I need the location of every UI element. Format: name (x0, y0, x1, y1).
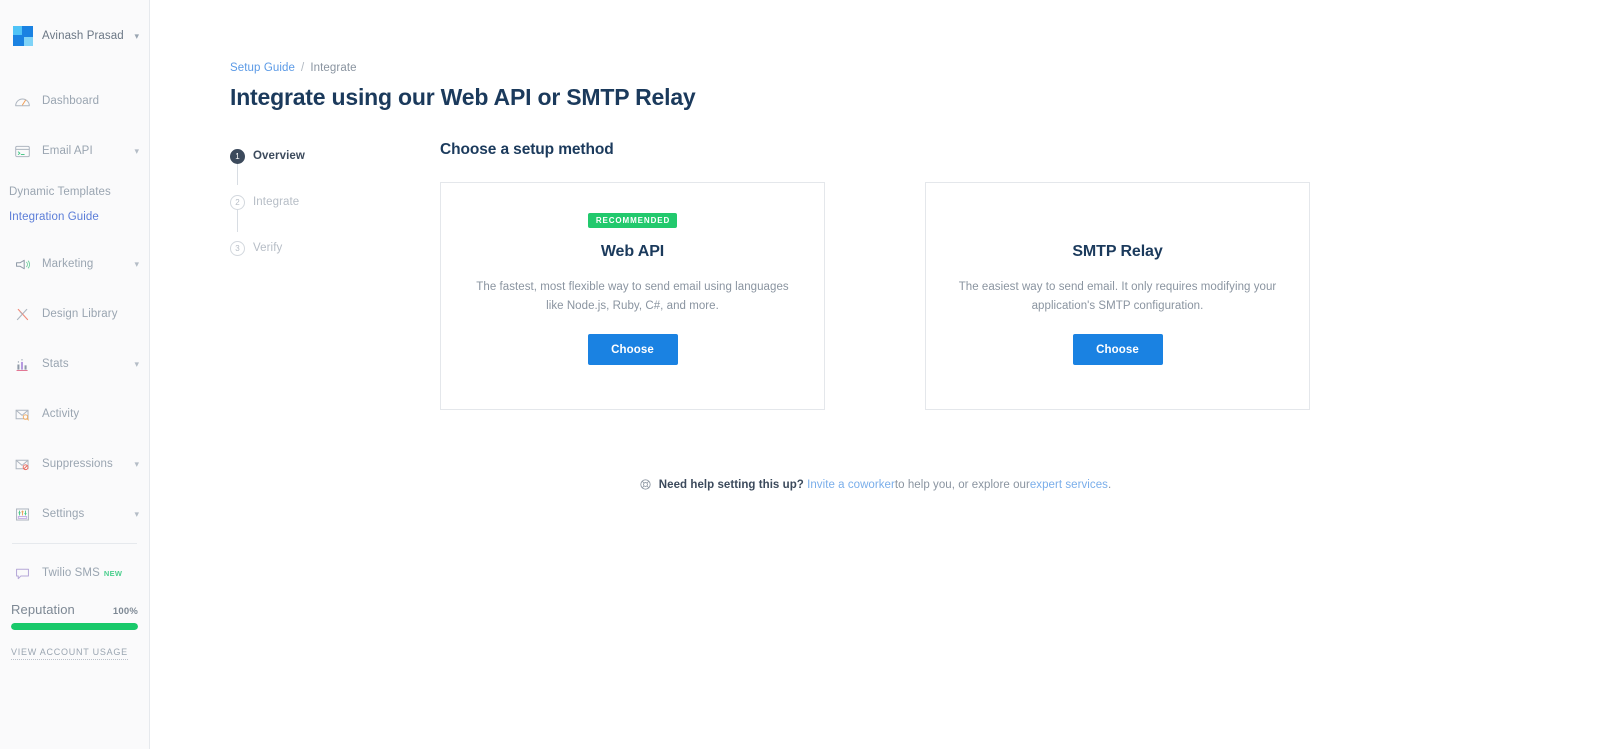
chevron-down-icon[interactable]: ▾ (134, 459, 139, 469)
chevron-down-icon[interactable]: ▾ (134, 31, 139, 41)
sidebar-item-marketing[interactable]: Marketing ▾ (0, 249, 149, 279)
breadcrumb: Setup Guide / Integrate (230, 62, 1600, 74)
sidebar-item-label: Twilio SMS (42, 567, 100, 579)
setup-stepper: 1 Overview 2 Integrate 3 Verify (230, 141, 440, 410)
expert-services-link[interactable]: expert services (1030, 479, 1108, 491)
section-title: Choose a setup method (440, 141, 614, 158)
app-root: Avinash Prasad ▾ Dashboard Email API ▾ D… (0, 0, 1600, 749)
chevron-down-icon[interactable]: ▾ (134, 509, 139, 519)
chevron-down-icon[interactable]: ▾ (134, 359, 139, 369)
card-description: The fastest, most flexible way to send e… (476, 281, 789, 312)
terminal-icon (13, 142, 32, 161)
breadcrumb-setup-guide[interactable]: Setup Guide (230, 62, 295, 74)
account-switcher[interactable]: Avinash Prasad ▾ (0, 22, 149, 50)
sidebar-item-settings[interactable]: Settings ▾ (0, 499, 149, 529)
sidebar-item-design-library[interactable]: Design Library (0, 299, 149, 329)
sidebar-item-label: Marketing (42, 258, 94, 270)
stepper-step-overview[interactable]: 1 Overview (230, 147, 440, 165)
card-smtp-relay[interactable]: SMTP Relay The easiest way to send email… (925, 182, 1310, 410)
step-number: 3 (230, 240, 245, 256)
envelope-search-icon (13, 405, 32, 424)
reputation-label: Reputation (11, 602, 75, 617)
sidebar-item-label: Design Library (42, 308, 118, 320)
setup-method-section: Choose a setup method RECOMMENDED Web AP… (440, 141, 1600, 410)
recommended-badge: RECOMMENDED (587, 213, 678, 228)
account-name: Avinash Prasad (42, 30, 124, 42)
lifebuoy-icon (639, 478, 652, 491)
content-area: 1 Overview 2 Integrate 3 Verify Choose a… (230, 141, 1600, 410)
sidebar-item-email-api[interactable]: Email API ▾ (0, 136, 149, 166)
sidebar-item-label: Suppressions (42, 458, 113, 470)
step-label: Verify (253, 242, 283, 254)
sidebar: Avinash Prasad ▾ Dashboard Email API ▾ D… (0, 0, 150, 749)
sidebar-item-suppressions[interactable]: Suppressions ▾ (0, 449, 149, 479)
sidebar-item-twilio-sms[interactable]: Twilio SMS NEW (0, 558, 149, 588)
sliders-icon (13, 505, 32, 524)
sidebar-subitem-integration-guide[interactable]: Integration Guide (0, 211, 149, 223)
step-label: Integrate (253, 196, 300, 208)
choose-smtp-relay-button[interactable]: Choose (1072, 334, 1163, 366)
main-content: Setup Guide / Integrate Integrate using ou… (150, 0, 1600, 749)
help-row: Need help setting this up? Invite a cowo… (150, 478, 1600, 491)
chevron-down-icon[interactable]: ▾ (134, 146, 139, 156)
sidebar-divider (12, 543, 137, 544)
sendgrid-logo-icon (13, 26, 33, 46)
help-mid-text: to help you, or explore our (894, 478, 1030, 491)
card-web-api[interactable]: RECOMMENDED Web API The fastest, most fl… (440, 182, 825, 410)
card-title: SMTP Relay (1072, 243, 1163, 260)
setup-method-cards: RECOMMENDED Web API The fastest, most fl… (440, 182, 1600, 410)
sidebar-item-dashboard[interactable]: Dashboard (0, 86, 149, 116)
sidebar-item-label: Dashboard (42, 95, 100, 107)
breadcrumb-current: Integrate (310, 62, 357, 74)
help-end-text: . (1107, 478, 1112, 491)
page-title: Integrate using our Web API or SMTP Rela… (230, 84, 696, 110)
sidebar-nav: Dashboard Email API ▾ Dynamic Templates … (0, 86, 149, 588)
breadcrumb-separator: / (301, 62, 305, 74)
sidebar-item-label: Activity (42, 408, 80, 420)
card-description: The easiest way to send email. It only r… (958, 281, 1277, 312)
bar-chart-icon (13, 355, 32, 374)
step-number: 1 (230, 148, 245, 164)
view-account-usage-link[interactable]: VIEW ACCOUNT USAGE (11, 647, 128, 660)
chevron-down-icon[interactable]: ▾ (134, 259, 139, 269)
chat-bubble-icon (13, 564, 32, 583)
gauge-icon (13, 92, 32, 111)
sidebar-item-stats[interactable]: Stats ▾ (0, 349, 149, 379)
reputation-progress-bar (11, 623, 138, 630)
pencil-ruler-icon (13, 305, 32, 324)
sidebar-subitem-dynamic-templates[interactable]: Dynamic Templates (0, 186, 149, 198)
card-title: Web API (600, 243, 665, 260)
megaphone-icon (13, 255, 32, 274)
choose-web-api-button[interactable]: Choose (587, 334, 678, 366)
stepper-step-verify[interactable]: 3 Verify (230, 239, 440, 257)
step-number: 2 (230, 194, 245, 210)
sidebar-item-activity[interactable]: Activity (0, 399, 149, 429)
sidebar-item-label: Stats (42, 358, 69, 370)
stepper-step-integrate[interactable]: 2 Integrate (230, 193, 440, 211)
new-badge: NEW (103, 568, 123, 578)
sidebar-item-label: Email API (42, 145, 93, 157)
reputation-percent: 100% (112, 606, 138, 617)
step-label: Overview (253, 150, 305, 162)
sidebar-item-label: Settings (42, 508, 85, 520)
help-strong-text: Need help setting this up? (658, 478, 804, 491)
envelope-block-icon (13, 455, 32, 474)
invite-coworker-link[interactable]: Invite a coworker (807, 479, 895, 491)
reputation-block: Reputation 100% VIEW ACCOUNT USAGE (0, 602, 149, 660)
